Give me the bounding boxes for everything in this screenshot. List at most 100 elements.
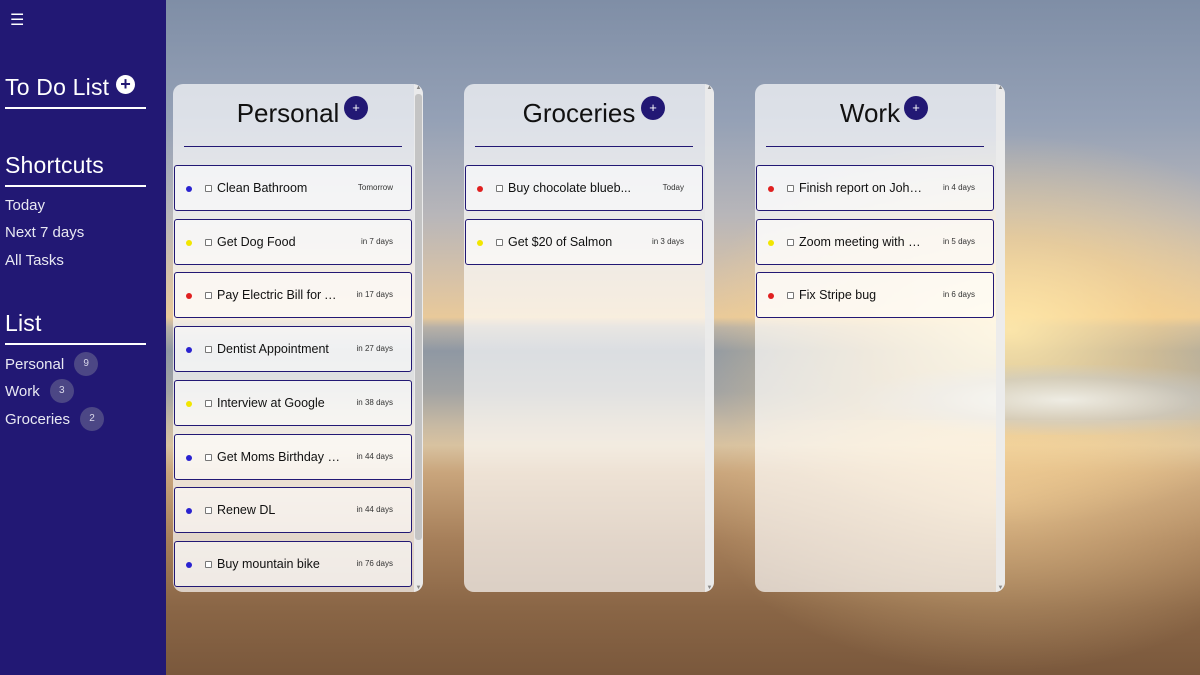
task-checkbox[interactable] bbox=[205, 185, 212, 192]
scroll-up-arrow-icon[interactable]: ▲ bbox=[997, 85, 1004, 91]
task-card[interactable]: Get Moms Birthday P... in 44 days bbox=[174, 433, 412, 480]
shortcut-next-7-days[interactable]: Next 7 days bbox=[5, 224, 84, 241]
list-item-personal[interactable]: Personal 9 bbox=[5, 352, 99, 376]
task-due-date: Tomorrow bbox=[357, 183, 393, 192]
task-label: Dentist Appointment bbox=[217, 342, 329, 357]
scroll-thumb[interactable] bbox=[415, 94, 422, 540]
priority-dot-icon bbox=[186, 508, 192, 515]
task-due-date: in 17 days bbox=[356, 290, 393, 300]
count-badge: 9 bbox=[74, 352, 99, 376]
task-checkbox[interactable] bbox=[205, 292, 212, 300]
column-header: Work + bbox=[755, 84, 1005, 148]
scroll-up-arrow-icon[interactable]: ▲ bbox=[706, 85, 713, 91]
task-label: Finish report on John... bbox=[799, 181, 925, 195]
shortcut-today[interactable]: Today bbox=[5, 197, 45, 214]
column-divider bbox=[475, 146, 693, 147]
priority-dot-icon bbox=[186, 454, 192, 461]
task-label: Interview at Google bbox=[217, 395, 325, 410]
task-card[interactable]: Fix Stripe bug in 6 days bbox=[756, 272, 994, 319]
task-label: Renew DL bbox=[217, 503, 276, 518]
priority-dot-icon bbox=[186, 561, 192, 568]
task-card[interactable]: Get Dog Food in 7 days bbox=[174, 218, 412, 265]
shortcuts-heading: Shortcuts bbox=[5, 152, 146, 187]
add-task-button[interactable]: + bbox=[904, 96, 928, 120]
task-due-date: in 27 days bbox=[356, 344, 393, 354]
column-title: Work bbox=[839, 98, 901, 128]
priority-dot-icon bbox=[186, 293, 192, 300]
task-card[interactable]: Pay Electric Bill for Au... in 17 days bbox=[174, 272, 412, 319]
task-due-date: in 38 days bbox=[356, 397, 393, 407]
add-list-button[interactable]: + bbox=[116, 75, 135, 94]
task-label: Fix Stripe bug bbox=[799, 288, 877, 303]
task-checkbox[interactable] bbox=[205, 507, 212, 515]
task-label: Buy mountain bike bbox=[217, 556, 320, 571]
list-item-label: Personal bbox=[5, 355, 65, 373]
task-card[interactable]: Interview at Google in 38 days bbox=[174, 379, 412, 426]
priority-dot-icon bbox=[186, 186, 192, 192]
task-checkbox[interactable] bbox=[496, 185, 503, 192]
task-checkbox[interactable] bbox=[205, 238, 212, 246]
task-due-date: in 6 days bbox=[942, 290, 975, 300]
column-divider bbox=[766, 146, 984, 147]
task-card[interactable]: Finish report on John... in 4 days bbox=[756, 165, 994, 211]
task-card[interactable]: Renew DL in 44 days bbox=[174, 487, 412, 534]
task-checkbox[interactable] bbox=[787, 292, 794, 300]
sidebar: ☰ To Do List + Shortcuts Today Next 7 da… bbox=[0, 0, 166, 675]
column-header: Personal + bbox=[173, 84, 423, 148]
task-card[interactable]: Buy mountain bike in 76 days bbox=[174, 540, 412, 587]
column-header: Groceries + bbox=[464, 84, 714, 148]
task-checkbox[interactable] bbox=[205, 453, 212, 461]
task-label: Zoom meeting with S... bbox=[799, 234, 925, 249]
task-checkbox[interactable] bbox=[787, 185, 794, 192]
task-label: Get $20 of Salmon bbox=[508, 234, 613, 249]
shortcut-all-tasks[interactable]: All Tasks bbox=[5, 252, 64, 269]
column-divider bbox=[184, 146, 402, 147]
priority-dot-icon bbox=[186, 239, 192, 246]
priority-dot-icon bbox=[768, 239, 774, 246]
priority-dot-icon bbox=[186, 400, 192, 407]
column-scrollbar[interactable]: ▲ ▼ bbox=[996, 84, 1005, 592]
column-scrollbar[interactable]: ▲ ▼ bbox=[705, 84, 714, 592]
task-checkbox[interactable] bbox=[787, 238, 794, 246]
priority-dot-icon bbox=[768, 293, 774, 300]
task-label: Get Moms Birthday P... bbox=[217, 449, 343, 464]
count-badge: 2 bbox=[80, 407, 105, 431]
task-card[interactable]: Get $20 of Salmon in 3 days bbox=[465, 218, 703, 265]
task-label: Clean Bathroom bbox=[217, 181, 308, 195]
scroll-down-arrow-icon[interactable]: ▼ bbox=[997, 585, 1004, 591]
scroll-down-arrow-icon[interactable]: ▼ bbox=[706, 585, 713, 591]
priority-dot-icon bbox=[768, 186, 774, 192]
task-due-date: in 4 days bbox=[942, 183, 975, 192]
task-due-date: in 44 days bbox=[356, 505, 393, 515]
priority-dot-icon bbox=[477, 186, 483, 192]
column-scrollbar[interactable]: ▲ ▼ bbox=[414, 84, 423, 592]
task-due-date: in 3 days bbox=[651, 236, 684, 246]
column-title: Personal bbox=[236, 98, 340, 128]
list-column-groceries: Groceries + Buy chocolate blueb... Today Get… bbox=[464, 84, 714, 592]
priority-dot-icon bbox=[477, 239, 483, 246]
count-badge: 3 bbox=[49, 379, 74, 403]
list-column-personal: Personal + Clean Bathroom Tomorrow Get Dog F… bbox=[173, 84, 423, 592]
list-item-label: Groceries bbox=[5, 410, 71, 428]
task-checkbox[interactable] bbox=[496, 238, 503, 246]
list-heading: List bbox=[5, 310, 146, 345]
scroll-up-arrow-icon[interactable]: ▲ bbox=[415, 85, 422, 91]
priority-dot-icon bbox=[186, 347, 192, 354]
task-card[interactable]: Dentist Appointment in 27 days bbox=[174, 326, 412, 373]
task-checkbox[interactable] bbox=[205, 346, 212, 354]
task-card[interactable]: Zoom meeting with S... in 5 days bbox=[756, 218, 994, 265]
task-due-date: in 44 days bbox=[356, 451, 393, 461]
task-checkbox[interactable] bbox=[205, 399, 212, 407]
hamburger-menu-icon[interactable]: ☰ bbox=[10, 12, 24, 30]
add-task-button[interactable]: + bbox=[344, 96, 368, 120]
list-item-work[interactable]: Work 3 bbox=[5, 379, 74, 403]
scroll-down-arrow-icon[interactable]: ▼ bbox=[415, 585, 422, 591]
task-due-date: Today bbox=[662, 183, 684, 192]
list-column-work: Work + Finish report on John... in 4 days Zo… bbox=[755, 84, 1005, 592]
list-item-groceries[interactable]: Groceries 2 bbox=[5, 407, 105, 431]
task-card[interactable]: Buy chocolate blueb... Today bbox=[465, 165, 703, 211]
task-label: Pay Electric Bill for Au... bbox=[217, 288, 343, 303]
add-task-button[interactable]: + bbox=[641, 96, 665, 120]
task-card[interactable]: Clean Bathroom Tomorrow bbox=[174, 165, 412, 211]
task-checkbox[interactable] bbox=[205, 560, 212, 568]
